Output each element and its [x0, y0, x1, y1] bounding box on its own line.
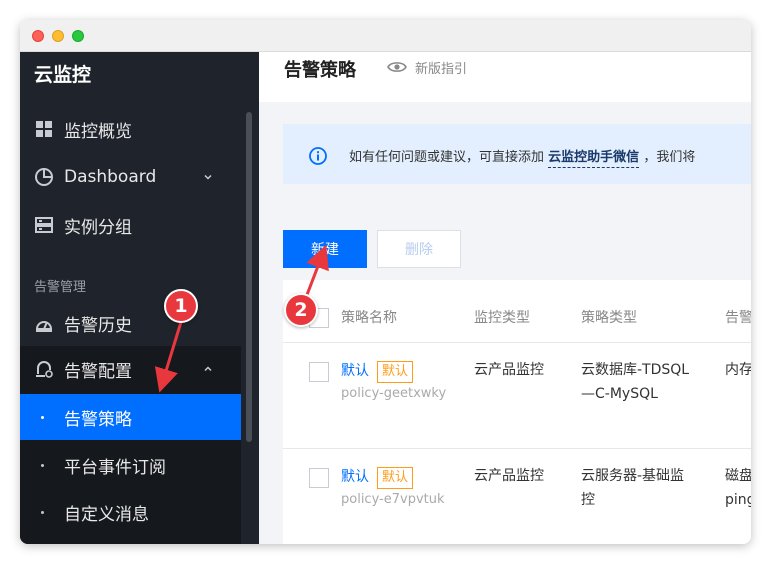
- grid-icon: [36, 121, 52, 137]
- sidebar-subitem-alarm-policy[interactable]: 告警策略: [20, 394, 241, 440]
- sidebar-item-label: 实例分组: [64, 217, 132, 238]
- column-header-alarm: 告警: [725, 310, 751, 326]
- bullet-icon: [41, 463, 44, 467]
- notice-text-before: 如有任何问题或建议，可直接添加: [349, 150, 545, 165]
- chevron-up-icon: [204, 366, 212, 372]
- new-version-guide-link[interactable]: 新版指引: [415, 58, 467, 77]
- sidebar-subitem-label: 告警策略: [64, 409, 132, 430]
- page-title: 告警策略: [284, 60, 356, 81]
- header-divider: [283, 342, 751, 343]
- sidebar-subitem-event-subscription[interactable]: 平台事件订阅: [20, 442, 241, 488]
- policy-name-link[interactable]: 默认: [341, 469, 369, 485]
- sidebar-scrollbar[interactable]: [246, 112, 252, 442]
- policy-type-line1: 云服务器-基础监: [581, 468, 685, 484]
- policy-table: 策略名称 监控类型 策略类型 告警 默认 默认 policy-geetxwky 云…: [283, 280, 751, 544]
- policy-name-cell: 默认 默认: [341, 360, 414, 383]
- monitor-type-cell: 云产品监控: [474, 468, 544, 484]
- maximize-window-button[interactable]: [72, 30, 84, 42]
- column-header-policy-type: 策略类型: [581, 310, 637, 326]
- group-icon: [35, 217, 53, 233]
- pie-chart-icon: [35, 168, 53, 186]
- row-checkbox[interactable]: [309, 468, 329, 488]
- sidebar-item-label: 监控概览: [64, 121, 132, 142]
- sidebar-item-overview[interactable]: 监控概览: [20, 106, 259, 152]
- sidebar-subitem-label: 自定义消息: [64, 504, 149, 525]
- monitor-type-cell: 云产品监控: [474, 362, 544, 378]
- create-button[interactable]: 新建: [283, 230, 367, 268]
- notice-text-after: ，我们将: [643, 150, 696, 165]
- alarm-config-icon: [36, 361, 53, 378]
- sidebar-item-dashboard[interactable]: Dashboard: [20, 154, 259, 200]
- callout-badge-2: 2: [284, 293, 318, 327]
- policy-id: policy-e7vpvtuk: [341, 492, 445, 507]
- policy-id: policy-geetxwky: [341, 386, 447, 401]
- sidebar-item-label: 告警历史: [64, 315, 132, 336]
- policy-name-cell: 默认 默认: [341, 466, 414, 489]
- default-badge: 默认: [377, 467, 414, 489]
- alarm-cell-line1: 内存: [725, 362, 751, 378]
- close-window-button[interactable]: [32, 30, 44, 42]
- column-header-name: 策略名称: [341, 310, 397, 326]
- sidebar-item-alarm-config[interactable]: 告警配置: [20, 346, 241, 392]
- callout-badge-1: 1: [164, 289, 198, 323]
- row-checkbox[interactable]: [309, 362, 329, 382]
- sidebar-item-instance-group[interactable]: 实例分组: [20, 202, 259, 248]
- sidebar-section-title: 告警管理: [34, 280, 87, 295]
- policy-name-link[interactable]: 默认: [341, 363, 369, 379]
- page-header: 告警策略 新版指引: [259, 52, 751, 102]
- window-titlebar: [20, 20, 751, 52]
- sidebar-subitem-label: 平台事件订阅: [64, 457, 166, 478]
- sidebar-subitem-custom-message[interactable]: 自定义消息: [20, 489, 241, 535]
- sidebar-item-label: Dashboard: [64, 167, 157, 187]
- bullet-icon: [41, 415, 44, 419]
- main-content: 告警策略 新版指引 如有任何问题或建议，可直接添加 云监控助手微信 ，我们将 新…: [259, 52, 751, 544]
- policy-type-line2: —C-MySQL: [581, 386, 658, 402]
- notice-text: 如有任何问题或建议，可直接添加 云监控助手微信 ，我们将: [349, 146, 696, 168]
- policy-type-line1: 云数据库-TDSQL: [581, 362, 690, 378]
- alarm-cell-line2: ping: [725, 492, 751, 508]
- sidebar-item-alarm-history[interactable]: 告警历史: [20, 300, 259, 346]
- brand-title: 云监控: [34, 64, 92, 86]
- alarm-cell-line1: 磁盘: [725, 468, 751, 484]
- history-icon: [35, 321, 53, 332]
- row-divider: [283, 448, 751, 449]
- browser-window: 云监控 监控概览 Dashboard 实例分组 告警管理 告警历史 告警配置 告…: [20, 20, 751, 544]
- minimize-window-button[interactable]: [52, 30, 64, 42]
- eye-icon[interactable]: [387, 60, 407, 74]
- column-header-monitor-type: 监控类型: [474, 310, 530, 326]
- default-badge: 默认: [377, 361, 414, 383]
- sidebar: 云监控 监控概览 Dashboard 实例分组 告警管理 告警历史 告警配置 告…: [20, 52, 259, 544]
- policy-type-line2: 控: [581, 492, 595, 508]
- bullet-icon: [41, 510, 44, 514]
- info-notice: 如有任何问题或建议，可直接添加 云监控助手微信 ，我们将: [283, 124, 751, 184]
- chevron-down-icon: [204, 174, 212, 180]
- sidebar-item-label: 告警配置: [64, 361, 132, 382]
- wechat-assistant-link[interactable]: 云监控助手微信: [548, 150, 640, 168]
- info-icon: [309, 147, 327, 165]
- delete-button[interactable]: 删除: [377, 230, 461, 268]
